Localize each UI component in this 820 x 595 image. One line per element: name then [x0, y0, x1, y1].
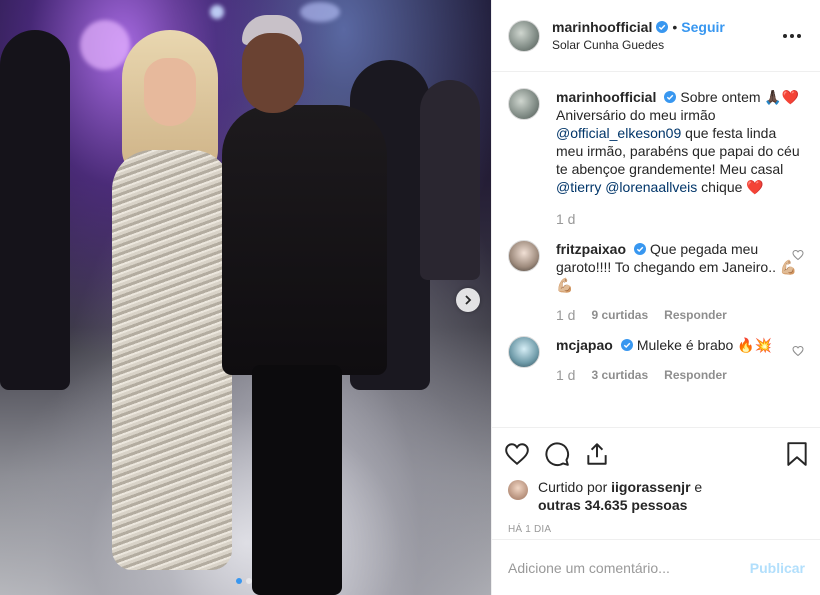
- publish-button[interactable]: Publicar: [750, 560, 805, 576]
- add-comment-bar: Publicar: [492, 539, 820, 595]
- comment-input[interactable]: [508, 559, 750, 576]
- carousel-dot: [236, 578, 242, 584]
- commenter-avatar[interactable]: [508, 240, 540, 272]
- bookmark-icon[interactable]: [776, 434, 808, 474]
- heart-icon[interactable]: [504, 434, 544, 474]
- liked-by-prefix: Curtido por: [538, 479, 612, 495]
- liked-by-conjunction: e: [690, 479, 703, 495]
- comment-item: fritzpaixao Que pegada meu garoto!!!! To…: [508, 240, 804, 336]
- liker-avatar[interactable]: [508, 480, 528, 500]
- reply-button[interactable]: Responder: [664, 306, 727, 324]
- commenter-username[interactable]: mcjapao: [556, 337, 613, 353]
- comments-section: marinhoofficial Sobre ontem 🙏🏿❤️ Anivers…: [492, 72, 820, 427]
- commenter-username[interactable]: fritzpaixao: [556, 241, 626, 257]
- man-figure: [222, 15, 392, 595]
- more-options-icon[interactable]: [780, 24, 804, 48]
- post-photo[interactable]: [0, 0, 491, 595]
- verified-badge-icon: [656, 21, 669, 33]
- author-avatar[interactable]: [508, 88, 540, 120]
- comment-time[interactable]: 1 d: [556, 306, 575, 324]
- liked-by: Curtido por iigorassenjr e outras 34.635…: [504, 478, 808, 514]
- comment-icon[interactable]: [544, 434, 584, 474]
- author-avatar[interactable]: [508, 19, 540, 52]
- reply-button[interactable]: Responder: [664, 366, 727, 384]
- woman-figure: [92, 30, 242, 570]
- separator: •: [672, 19, 678, 35]
- comment-time[interactable]: 1 d: [556, 366, 575, 384]
- comment-text: Muleke é brabo 🔥💥: [636, 337, 773, 353]
- like-comment-heart-icon[interactable]: [792, 248, 804, 261]
- commenter-avatar[interactable]: [508, 336, 540, 368]
- caption-text: chique ❤️: [697, 179, 764, 195]
- verified-badge-icon: [664, 91, 677, 103]
- like-comment-heart-icon[interactable]: [792, 344, 804, 357]
- background-guest: [420, 80, 480, 280]
- comment-likes[interactable]: 3 curtidas: [591, 366, 648, 384]
- post-timestamp[interactable]: HÁ 1 DIA: [504, 524, 808, 535]
- likes-count-link[interactable]: outras 34.635 pessoas: [538, 497, 687, 513]
- post-header: marinhoofficial • Seguir Solar Cunha Gue…: [492, 0, 820, 72]
- instagram-post: marinhoofficial • Seguir Solar Cunha Gue…: [0, 0, 820, 595]
- background-guest: [0, 30, 70, 390]
- follow-button[interactable]: Seguir: [681, 19, 725, 35]
- mention-link[interactable]: @tierry: [556, 179, 601, 195]
- carousel-dot: [246, 578, 252, 584]
- carousel-indicator: [236, 578, 252, 584]
- verified-badge-icon: [634, 243, 647, 255]
- post-location[interactable]: Solar Cunha Guedes: [552, 38, 780, 52]
- comment-item: mcjapao Muleke é brabo 🔥💥 1 d 3 curtidas…: [508, 336, 804, 396]
- caption-username[interactable]: marinhoofficial: [556, 89, 656, 105]
- share-icon[interactable]: [584, 434, 624, 474]
- author-username[interactable]: marinhoofficial: [552, 19, 652, 35]
- comment-likes[interactable]: 9 curtidas: [591, 306, 648, 324]
- mention-link[interactable]: @lorenaallveis: [605, 179, 697, 195]
- liker-username[interactable]: iigorassenjr: [611, 479, 690, 495]
- mention-link[interactable]: @official_elkeson09: [556, 125, 681, 141]
- caption: marinhoofficial Sobre ontem 🙏🏿❤️ Anivers…: [508, 88, 804, 240]
- carousel-next-button[interactable]: [456, 288, 480, 312]
- verified-badge-icon: [620, 339, 633, 351]
- caption-time[interactable]: 1 d: [556, 210, 575, 228]
- post-side-panel: marinhoofficial • Seguir Solar Cunha Gue…: [491, 0, 820, 595]
- chevron-right-icon: [463, 292, 473, 308]
- action-icons-row: [504, 434, 808, 474]
